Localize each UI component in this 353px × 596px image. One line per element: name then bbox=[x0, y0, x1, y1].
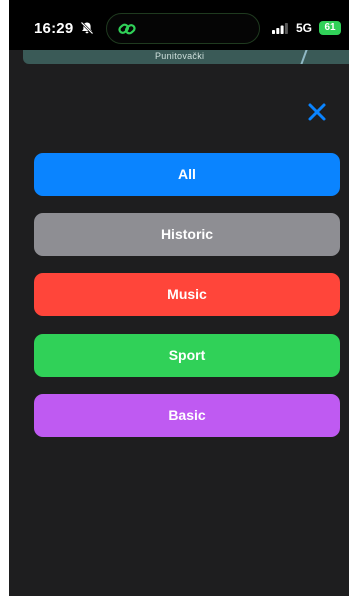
filter-button-sport[interactable]: Sport bbox=[34, 334, 340, 377]
filter-button-all[interactable]: All bbox=[34, 153, 340, 196]
map-street-label: Punitovački bbox=[155, 51, 205, 61]
map-background: Punitovački bbox=[23, 50, 349, 64]
signal-icon bbox=[272, 23, 288, 34]
filter-button-basic[interactable]: Basic bbox=[34, 394, 340, 437]
status-bar: 16:29 5G 61 bbox=[9, 0, 349, 50]
battery-indicator: 61 bbox=[319, 21, 341, 35]
link-icon bbox=[118, 23, 136, 35]
network-type: 5G bbox=[296, 21, 313, 35]
map-road-line bbox=[299, 50, 309, 64]
bell-slash-icon bbox=[80, 21, 94, 35]
app-screen: 16:29 5G 61 Punitovački All Historic Mus… bbox=[9, 0, 349, 596]
dynamic-island[interactable] bbox=[106, 13, 260, 44]
filter-button-historic[interactable]: Historic bbox=[34, 213, 340, 256]
status-time: 16:29 bbox=[34, 20, 74, 37]
close-icon[interactable] bbox=[305, 100, 329, 124]
filter-button-music[interactable]: Music bbox=[34, 273, 340, 316]
